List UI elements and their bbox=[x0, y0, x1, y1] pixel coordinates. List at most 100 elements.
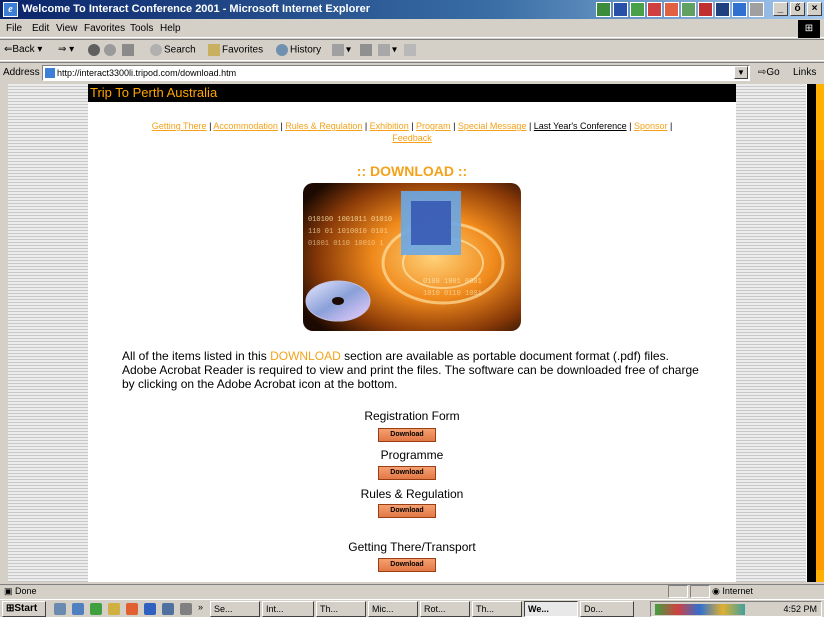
mail-button[interactable]: ▾ bbox=[332, 44, 351, 56]
favorites-button[interactable]: Favorites bbox=[208, 44, 263, 56]
zone-indicator: ◉ Internet bbox=[712, 586, 753, 596]
home-button[interactable] bbox=[122, 44, 136, 56]
minimize-button[interactable]: _ bbox=[773, 2, 788, 16]
nav-rules-regulation[interactable]: Rules & Regulation bbox=[285, 121, 362, 131]
close-button[interactable]: × bbox=[807, 2, 822, 16]
search-icon bbox=[150, 44, 162, 56]
forward-button[interactable]: ⇒ ▾ bbox=[58, 44, 74, 55]
svg-text:0100 1001 0001: 0100 1001 0001 bbox=[423, 278, 482, 286]
address-url: http://interact3300li.tripod.com/downloa… bbox=[57, 68, 237, 78]
nav-last-years-conference[interactable]: Last Year's Conference bbox=[534, 121, 627, 131]
app-icon[interactable] bbox=[613, 2, 628, 17]
app-icon[interactable] bbox=[596, 2, 611, 17]
titlebar-app-icons bbox=[596, 2, 764, 17]
page-viewport: Trip To Perth Australia Getting There | … bbox=[8, 84, 816, 582]
download-label-transport: Getting There/Transport bbox=[348, 540, 476, 554]
svg-text:1010 0110 1001: 1010 0110 1001 bbox=[423, 290, 482, 298]
menu-file[interactable]: File bbox=[6, 23, 22, 34]
restore-button[interactable]: ő bbox=[790, 2, 805, 16]
quicklaunch-icon[interactable] bbox=[144, 603, 156, 615]
quicklaunch-icon[interactable] bbox=[108, 603, 120, 615]
menu-tools[interactable]: Tools bbox=[130, 23, 153, 34]
app-icon[interactable] bbox=[749, 2, 764, 17]
site-nav: Getting There | Accommodation | Rules & … bbox=[151, 121, 673, 143]
address-bar: Address http://interact3300li.tripod.com… bbox=[0, 62, 824, 82]
stop-button[interactable] bbox=[88, 44, 102, 56]
download-label-registration: Registration Form bbox=[364, 409, 460, 423]
links-button[interactable]: Links bbox=[793, 67, 816, 78]
app-icon[interactable] bbox=[681, 2, 696, 17]
page-content: Trip To Perth Australia Getting There | … bbox=[88, 84, 736, 582]
quicklaunch-overflow[interactable]: » bbox=[198, 602, 203, 612]
nav-exhibition[interactable]: Exhibition bbox=[370, 121, 409, 131]
globe-icon: ◉ bbox=[712, 586, 723, 596]
back-button[interactable]: ⇐Back ▾ bbox=[4, 44, 42, 55]
svg-text:010100 1001011 01010: 010100 1001011 01010 bbox=[308, 216, 392, 224]
nav-getting-there[interactable]: Getting There bbox=[152, 121, 207, 131]
app-icon[interactable] bbox=[715, 2, 730, 17]
task-button[interactable]: Th... bbox=[316, 601, 366, 617]
svg-text:01001 0110 10010 1: 01001 0110 10010 1 bbox=[308, 240, 384, 248]
task-button[interactable]: Th... bbox=[472, 601, 522, 617]
menu-help[interactable]: Help bbox=[160, 23, 181, 34]
menu-edit[interactable]: Edit bbox=[32, 23, 49, 34]
cd-disc-image: 010100 1001011 01010 110 01 1010010 0101… bbox=[303, 183, 521, 331]
task-button-active[interactable]: We... bbox=[524, 601, 578, 617]
browser-window: e Welcome To Interact Conference 2001 - … bbox=[0, 0, 824, 617]
menu-bar: File Edit View Favorites Tools Help bbox=[0, 20, 824, 38]
refresh-button[interactable] bbox=[104, 44, 118, 56]
address-dropdown-button[interactable]: ▼ bbox=[734, 66, 748, 79]
task-button[interactable]: Se... bbox=[210, 601, 260, 617]
quicklaunch-icon[interactable] bbox=[90, 603, 102, 615]
quicklaunch-icon[interactable] bbox=[126, 603, 138, 615]
quicklaunch-icon[interactable] bbox=[54, 603, 66, 615]
download-button-rules[interactable]: Download bbox=[378, 504, 436, 518]
scrollbar-thumb[interactable] bbox=[816, 160, 824, 570]
ie-icon: e bbox=[3, 2, 18, 17]
quicklaunch-icon[interactable] bbox=[72, 603, 84, 615]
tray-icons[interactable] bbox=[655, 604, 745, 615]
task-button[interactable]: Int... bbox=[262, 601, 314, 617]
nav-sponsor[interactable]: Sponsor bbox=[634, 121, 668, 131]
nav-feedback[interactable]: Feedback bbox=[392, 133, 432, 143]
go-button[interactable]: ⇨Go bbox=[758, 67, 780, 78]
history-button[interactable]: History bbox=[276, 44, 321, 56]
menu-favorites[interactable]: Favorites bbox=[84, 23, 125, 34]
right-black-band bbox=[807, 84, 816, 582]
right-stripe-background bbox=[736, 84, 806, 582]
window-title: Welcome To Interact Conference 2001 - Mi… bbox=[22, 3, 371, 15]
site-banner: Trip To Perth Australia bbox=[88, 84, 736, 102]
app-icon[interactable] bbox=[664, 2, 679, 17]
nav-program[interactable]: Program bbox=[416, 121, 451, 131]
nav-special-message[interactable]: Special Message bbox=[458, 121, 527, 131]
quicklaunch-icon[interactable] bbox=[162, 603, 174, 615]
app-icon[interactable] bbox=[698, 2, 713, 17]
menu-view[interactable]: View bbox=[56, 23, 78, 34]
start-button[interactable]: ⊞Start bbox=[2, 601, 46, 617]
task-button[interactable]: Do... bbox=[580, 601, 634, 617]
status-panel bbox=[668, 585, 688, 598]
download-button-programme[interactable]: Download bbox=[378, 466, 436, 480]
nav-accommodation[interactable]: Accommodation bbox=[213, 121, 278, 131]
download-label-rules: Rules & Regulation bbox=[360, 487, 464, 501]
toolbar: ⇐Back ▾ ⇒ ▾ Search Favorites History ▾ ▾ bbox=[0, 39, 824, 61]
status-panel bbox=[690, 585, 710, 598]
app-icon[interactable] bbox=[630, 2, 645, 17]
favorites-icon bbox=[208, 44, 220, 56]
status-text: ▣ Done bbox=[4, 586, 37, 596]
print-button[interactable] bbox=[360, 44, 374, 56]
search-button[interactable]: Search bbox=[150, 44, 196, 56]
app-icon[interactable] bbox=[647, 2, 662, 17]
task-button[interactable]: Rot... bbox=[420, 601, 470, 617]
quicklaunch-icon[interactable] bbox=[180, 603, 192, 615]
app-icon[interactable] bbox=[732, 2, 747, 17]
download-button-transport[interactable]: Download bbox=[378, 558, 436, 572]
address-input[interactable]: http://interact3300li.tripod.com/downloa… bbox=[42, 65, 750, 81]
clock: 4:52 PM bbox=[783, 604, 817, 614]
address-label: Address bbox=[3, 67, 40, 78]
left-stripe-background bbox=[8, 84, 88, 582]
edit-button[interactable]: ▾ bbox=[378, 44, 397, 56]
task-button[interactable]: Mic... bbox=[368, 601, 418, 617]
download-button-registration[interactable]: Download bbox=[378, 428, 436, 442]
discuss-button[interactable] bbox=[404, 44, 418, 56]
